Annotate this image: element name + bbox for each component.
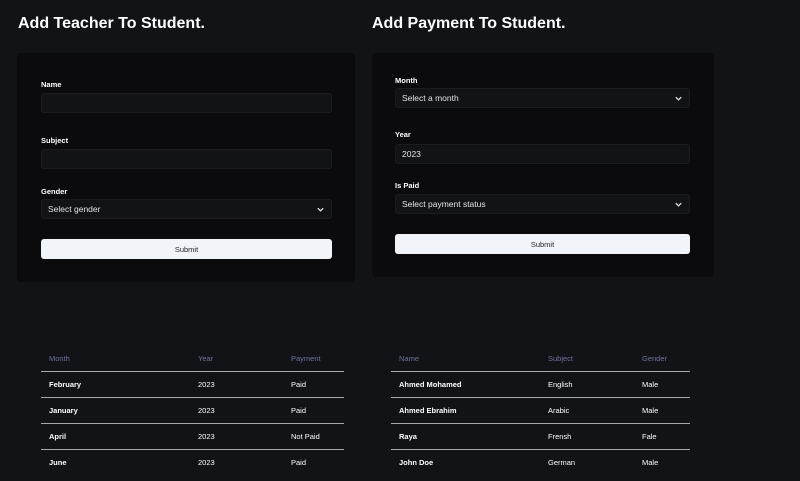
- payment-cell: Paid: [283, 397, 344, 424]
- chevron-down-icon: [675, 96, 682, 101]
- table-row: January 2023 Paid: [41, 397, 344, 424]
- teacher-submit-button[interactable]: Submit: [41, 239, 332, 259]
- is-paid-select[interactable]: Select payment status: [395, 194, 690, 214]
- teacher-form-title: Add Teacher To Student.: [18, 15, 205, 32]
- month-cell: January: [41, 397, 190, 424]
- is-paid-select-value: Select payment status: [402, 199, 486, 209]
- year-field[interactable]: [395, 144, 690, 164]
- month-cell: February: [41, 371, 190, 398]
- column-header-subject: Subject: [540, 345, 634, 372]
- name-cell: Ahmed Ebrahim: [391, 397, 540, 424]
- payment-cell: Not Paid: [283, 423, 344, 450]
- teachers-table: Name Subject Gender Ahmed Mohamed Englis…: [391, 345, 690, 475]
- name-label: Name: [41, 80, 62, 89]
- chevron-down-icon: [317, 207, 324, 212]
- column-header-year: Year: [190, 345, 283, 372]
- year-cell: 2023: [190, 371, 283, 398]
- column-header-name: Name: [391, 345, 540, 372]
- payment-cell: Paid: [291, 458, 307, 467]
- name-cell: Raya: [391, 423, 540, 450]
- payment-form-card: Month Select a month Year Is Paid Select…: [372, 53, 714, 277]
- column-header-gender: Gender: [634, 345, 690, 372]
- subject-label: Subject: [41, 136, 69, 145]
- subject-cell: German: [548, 458, 576, 467]
- table-row: February 2023 Paid: [41, 371, 344, 398]
- name-cell: John Doe: [399, 458, 434, 467]
- table-row: June 2023 Paid: [41, 450, 344, 476]
- gender-label: Gender: [41, 187, 68, 196]
- year-cell: 2023: [190, 423, 283, 450]
- table-header-row: Month Year Payment: [41, 345, 344, 372]
- subject-cell: Frensh: [540, 423, 634, 450]
- table-row: John Doe German Male: [391, 450, 690, 476]
- payments-table: Month Year Payment February 2023 Paid Ja…: [41, 345, 344, 475]
- gender-select-value: Select gender: [48, 204, 101, 214]
- gender-cell: Male: [634, 371, 690, 398]
- gender-select[interactable]: Select gender: [41, 199, 332, 219]
- gender-cell: Male: [642, 458, 659, 467]
- year-cell: 2023: [190, 397, 283, 424]
- subject-field[interactable]: [41, 149, 332, 169]
- name-cell: Ahmed Mohamed: [391, 371, 540, 398]
- table-header-row: Name Subject Gender: [391, 345, 690, 372]
- subject-cell: Arabic: [540, 397, 634, 424]
- payment-submit-button[interactable]: Submit: [395, 234, 690, 254]
- gender-cell: Male: [634, 397, 690, 424]
- month-select[interactable]: Select a month: [395, 88, 690, 108]
- month-select-value: Select a month: [402, 93, 459, 103]
- month-label: Month: [395, 76, 418, 85]
- year-label: Year: [395, 130, 411, 139]
- month-cell: June: [49, 458, 67, 467]
- table-row: April 2023 Not Paid: [41, 423, 344, 450]
- column-header-payment: Payment: [283, 345, 344, 372]
- payment-form-title: Add Payment To Student.: [372, 15, 566, 32]
- subject-cell: English: [540, 371, 634, 398]
- column-header-month: Month: [41, 345, 190, 372]
- table-row: Ahmed Mohamed English Male: [391, 371, 690, 398]
- year-cell: 2023: [198, 458, 215, 467]
- table-row: Ahmed Ebrahim Arabic Male: [391, 397, 690, 424]
- chevron-down-icon: [675, 202, 682, 207]
- gender-cell: Fale: [634, 423, 690, 450]
- payment-cell: Paid: [283, 371, 344, 398]
- table-row: Raya Frensh Fale: [391, 423, 690, 450]
- month-cell: April: [41, 423, 190, 450]
- name-field[interactable]: [41, 93, 332, 113]
- is-paid-label: Is Paid: [395, 181, 420, 190]
- teacher-form-card: Name Subject Gender Select gender Submit: [17, 53, 355, 282]
